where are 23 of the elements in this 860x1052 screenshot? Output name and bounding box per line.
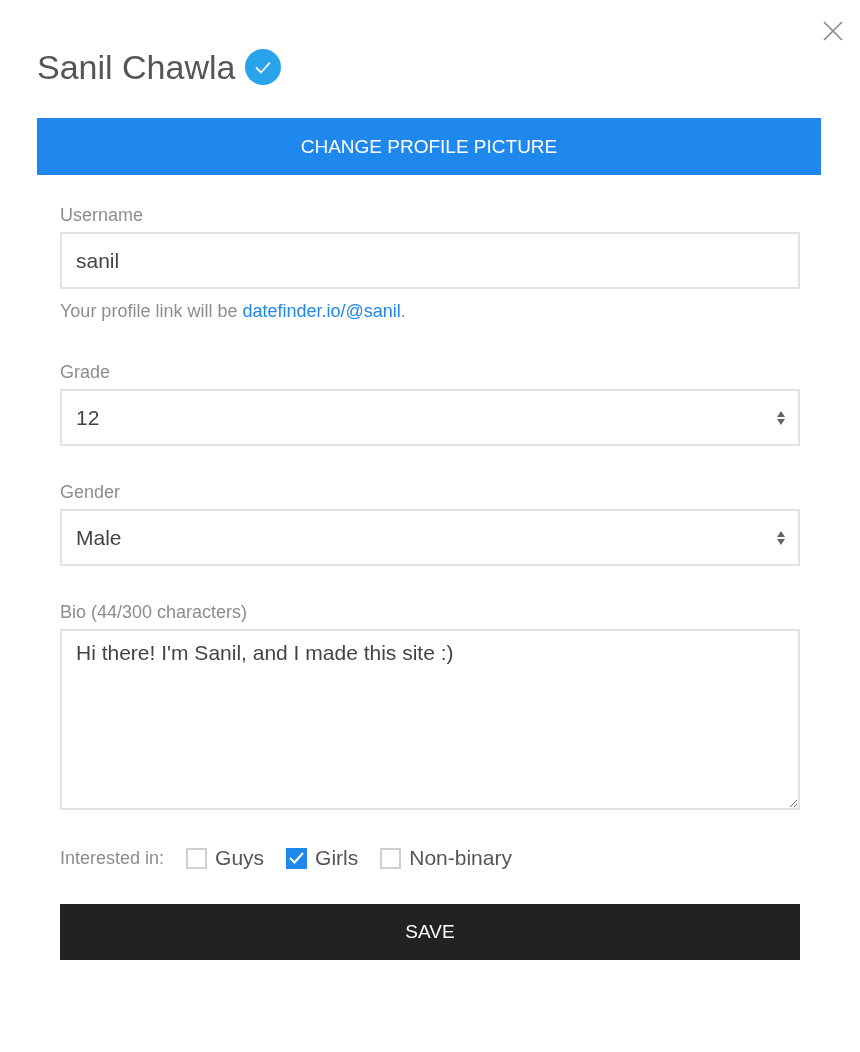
save-button[interactable]: SAVE [60,904,800,960]
field-label: Gender [60,482,122,503]
checkbox[interactable] [380,847,402,869]
profile-link[interactable]: datefinder.io/@sanil [242,301,401,321]
checkbox[interactable] [186,847,208,869]
username-field[interactable]: sanil [60,232,800,289]
checkbox[interactable] [286,847,308,869]
field-label: Grade [60,362,112,383]
bio-field[interactable]: Hi there! I'm Sanil, and I made this site :) [60,629,800,810]
select-arrows-icon [776,409,786,426]
interest-option[interactable]: Non-binary [380,846,512,870]
help-text: Your profile link will be datefinder.io/@sanil. [60,301,407,322]
close-icon[interactable] [822,20,844,42]
field-label: Bio (44/300 characters) [60,602,249,623]
gender-select[interactable]: Male [60,509,800,566]
grade-select[interactable]: 12 [60,389,800,446]
select-arrows-icon [776,529,786,546]
field-label: Username [60,205,145,226]
interest-option[interactable]: Girls [286,846,359,870]
profile-name: Sanil Chawla [37,47,236,87]
change-picture-button[interactable]: CHANGE PROFILE PICTURE [37,118,821,175]
interest-option[interactable]: Guys [186,846,265,870]
interested-label: Interested in: [60,847,165,869]
